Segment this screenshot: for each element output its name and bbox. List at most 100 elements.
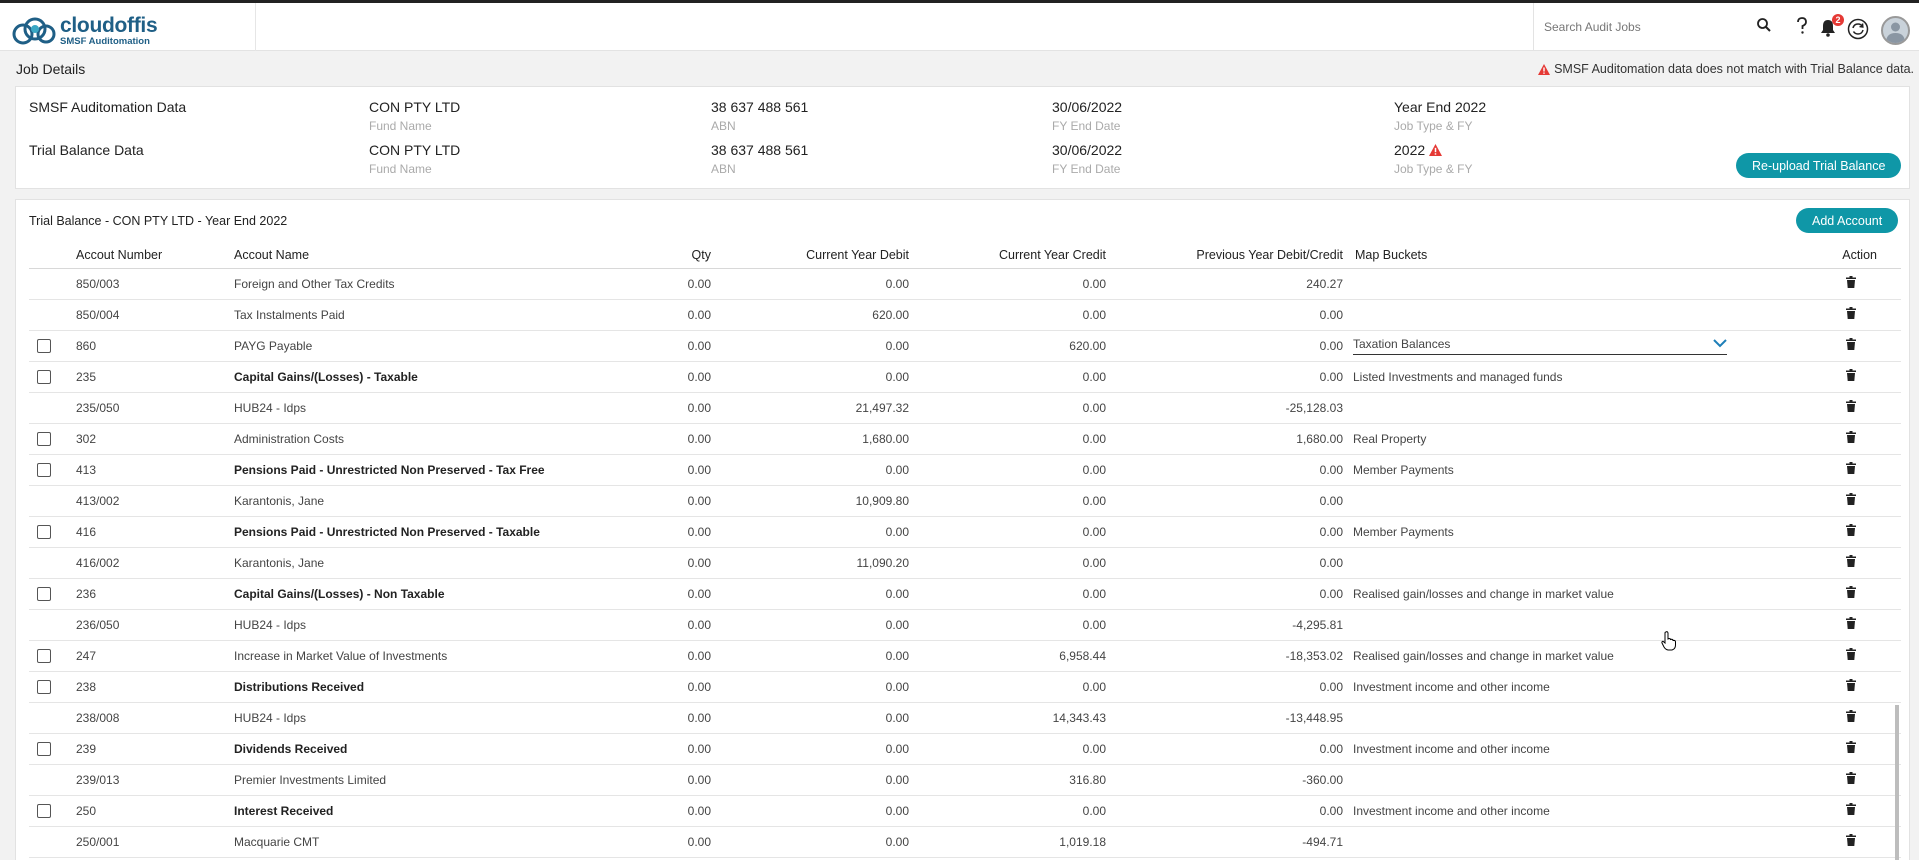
row-checkbox[interactable] — [37, 462, 51, 477]
current-year-debit: 620.00 — [711, 299, 909, 331]
top-navbar: cloudoffis SMSF Auditomation 2 — [0, 0, 1919, 51]
tb-abn: 38 637 488 561 ABN — [711, 142, 808, 176]
trash-icon[interactable] — [1846, 772, 1856, 787]
account-number: 860 — [76, 330, 234, 362]
row-checkbox[interactable] — [37, 803, 51, 818]
row-checkbox[interactable] — [37, 586, 51, 601]
previous-year-debit-credit: -13,448.95 — [1106, 702, 1343, 734]
action-cell — [1776, 299, 1901, 331]
trash-icon[interactable] — [1846, 493, 1856, 508]
user-avatar[interactable] — [1881, 16, 1910, 45]
trash-icon[interactable] — [1846, 710, 1856, 725]
action-cell — [1776, 671, 1901, 703]
cloudoffis-logo[interactable]: cloudoffis SMSF Auditomation — [12, 13, 252, 49]
fy-end-value: 30/06/2022 — [1052, 99, 1123, 115]
previous-year-debit-credit: -4,295.81 — [1106, 609, 1343, 641]
tb-fy-end: 30/06/2022 FY End Date — [1052, 142, 1122, 176]
map-bucket-cell — [1343, 547, 1776, 579]
trash-icon[interactable] — [1846, 369, 1856, 384]
action-cell — [1776, 733, 1901, 765]
fund-name-value: CON PTY LTD — [369, 142, 461, 158]
map-bucket-cell: Realised gain/losses and change in marke… — [1343, 640, 1776, 672]
table-row: 239 Dividends Received 0.00 0.00 0.00 0.00 Inv… — [29, 733, 1901, 765]
map-bucket-cell — [1343, 392, 1776, 424]
account-number: 413 — [76, 454, 234, 486]
col-account-number: Accout Number — [76, 243, 234, 269]
job-type-caption: Job Type & FY — [1394, 162, 1473, 176]
trash-icon[interactable] — [1846, 834, 1856, 849]
current-year-credit: 0.00 — [909, 671, 1106, 703]
row-checkbox[interactable] — [37, 679, 51, 694]
account-name: Karantonis, Jane — [234, 547, 634, 579]
row-checkbox[interactable] — [37, 524, 51, 539]
account-name: Distributions Received — [234, 671, 634, 703]
row-checkbox[interactable] — [37, 338, 51, 353]
trash-icon[interactable] — [1846, 524, 1856, 539]
qty: 0.00 — [634, 578, 711, 610]
trash-icon[interactable] — [1846, 462, 1856, 477]
trash-icon[interactable] — [1846, 617, 1856, 632]
qty: 0.00 — [634, 671, 711, 703]
account-number: 235/050 — [76, 392, 234, 424]
action-cell — [1776, 361, 1901, 393]
col-previous-debit-credit: Previous Year Debit/Credit — [1106, 243, 1343, 269]
qty: 0.00 — [634, 330, 711, 362]
map-bucket-cell — [1343, 268, 1776, 300]
trash-icon[interactable] — [1846, 679, 1856, 694]
account-name: Premier Investments Limited — [234, 764, 634, 796]
trash-icon[interactable] — [1846, 648, 1856, 663]
previous-year-debit-credit: 0.00 — [1106, 485, 1343, 517]
search-icon[interactable] — [1757, 18, 1771, 32]
action-cell — [1776, 826, 1901, 858]
current-year-credit: 0.00 — [909, 485, 1106, 517]
trash-icon[interactable] — [1846, 400, 1856, 415]
previous-year-debit-credit: -18,353.02 — [1106, 640, 1343, 672]
trash-icon[interactable] — [1846, 803, 1856, 818]
trash-icon[interactable] — [1846, 276, 1856, 291]
job-details-card: SMSF Auditomation Data CON PTY LTD Fund … — [15, 86, 1910, 189]
action-cell — [1776, 516, 1901, 548]
add-account-button[interactable]: Add Account — [1796, 208, 1899, 233]
current-year-debit: 0.00 — [711, 702, 909, 734]
row-checkbox[interactable] — [37, 369, 51, 384]
current-year-credit: 0.00 — [909, 361, 1106, 393]
table-row: 416 Pensions Paid - Unrestricted Non Pres… — [29, 516, 1901, 548]
current-year-credit: 0.00 — [909, 299, 1106, 331]
col-current-debit: Current Year Debit — [711, 243, 909, 269]
qty: 0.00 — [634, 485, 711, 517]
search-input[interactable] — [1544, 20, 1744, 34]
chevron-down-icon[interactable] — [1713, 339, 1727, 348]
account-name: HUB24 - Idps — [234, 702, 634, 734]
trash-icon[interactable] — [1846, 431, 1856, 446]
map-bucket-cell: Realised gain/losses and change in marke… — [1343, 578, 1776, 610]
trash-icon[interactable] — [1846, 741, 1856, 756]
action-cell — [1776, 485, 1901, 517]
previous-year-debit-credit: 0.00 — [1106, 330, 1343, 362]
col-action: Action — [1776, 243, 1901, 269]
previous-year-debit-credit: 0.00 — [1106, 795, 1343, 827]
current-year-credit: 0.00 — [909, 268, 1106, 300]
row-checkbox[interactable] — [37, 431, 51, 446]
reupload-trial-balance-button[interactable]: Re-upload Trial Balance — [1736, 153, 1902, 178]
row-checkbox[interactable] — [37, 648, 51, 663]
sync-icon[interactable] — [1847, 18, 1869, 40]
cloud-logo-icon — [12, 17, 56, 45]
job-type-value: Year End 2022 — [1394, 99, 1487, 115]
trash-icon[interactable] — [1846, 586, 1856, 601]
trash-icon[interactable] — [1846, 338, 1856, 353]
previous-year-debit-credit: 0.00 — [1106, 671, 1343, 703]
help-icon[interactable] — [1795, 17, 1809, 35]
action-cell — [1776, 392, 1901, 424]
trial-balance-table: Accout Number Accout Name Qty Current Ye… — [29, 243, 1901, 858]
col-map-buckets: Map Buckets — [1343, 243, 1776, 269]
row-select-cell — [29, 547, 76, 579]
table-scrollbar[interactable] — [1895, 705, 1899, 860]
current-year-credit: 620.00 — [909, 330, 1106, 362]
trash-icon[interactable] — [1846, 307, 1856, 322]
row-checkbox[interactable] — [37, 741, 51, 756]
map-bucket-select[interactable]: Taxation Balances — [1353, 337, 1727, 355]
table-row: 413 Pensions Paid - Unrestricted Non Pres… — [29, 454, 1901, 486]
abn-caption: ABN — [711, 162, 736, 176]
trash-icon[interactable] — [1846, 555, 1856, 570]
row-select-cell — [29, 702, 76, 734]
